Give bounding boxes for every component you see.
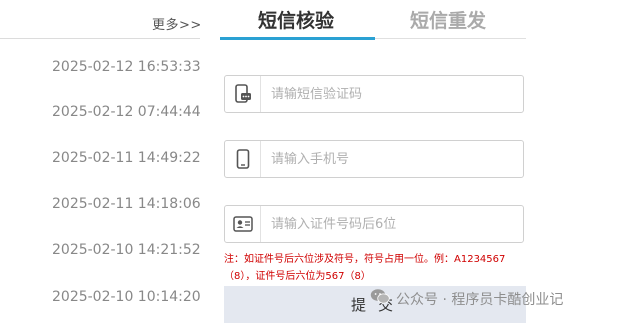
more-link[interactable]: 更多>> bbox=[152, 14, 202, 33]
note-line-2: （8），证件号后六位为567（8） bbox=[224, 271, 371, 282]
left-divider bbox=[0, 38, 200, 39]
history-time-5: 2025-02-10 14:21:52 bbox=[52, 242, 201, 258]
sms-code-input[interactable] bbox=[261, 76, 523, 112]
phone-input[interactable] bbox=[261, 141, 523, 177]
active-tab-indicator bbox=[220, 37, 375, 40]
tab-sms-verify[interactable]: 短信核验 bbox=[258, 6, 334, 33]
phone-field bbox=[224, 140, 524, 178]
sms-code-field bbox=[224, 75, 524, 113]
history-time-6: 2025-02-10 10:14:20 bbox=[52, 289, 201, 305]
history-time-2: 2025-02-12 07:44:44 bbox=[52, 104, 201, 120]
id-format-note: 注：如证件号后六位涉及符号，符号占用一位。例：A1234567 （8），证件号后… bbox=[224, 251, 524, 285]
sms-phone-icon bbox=[225, 76, 261, 112]
id-number-input[interactable] bbox=[261, 206, 523, 242]
submit-button[interactable]: 提交 bbox=[224, 286, 526, 323]
id-number-field bbox=[224, 205, 524, 243]
history-time-1: 2025-02-12 16:53:33 bbox=[52, 59, 201, 75]
note-line-1: 注：如证件号后六位涉及符号，符号占用一位。例：A1234567 bbox=[224, 254, 506, 265]
id-card-icon bbox=[225, 206, 261, 242]
mobile-phone-icon bbox=[225, 141, 261, 177]
tab-sms-resend[interactable]: 短信重发 bbox=[410, 6, 486, 33]
history-time-4: 2025-02-11 14:18:06 bbox=[52, 196, 201, 212]
history-time-3: 2025-02-11 14:49:22 bbox=[52, 150, 201, 166]
